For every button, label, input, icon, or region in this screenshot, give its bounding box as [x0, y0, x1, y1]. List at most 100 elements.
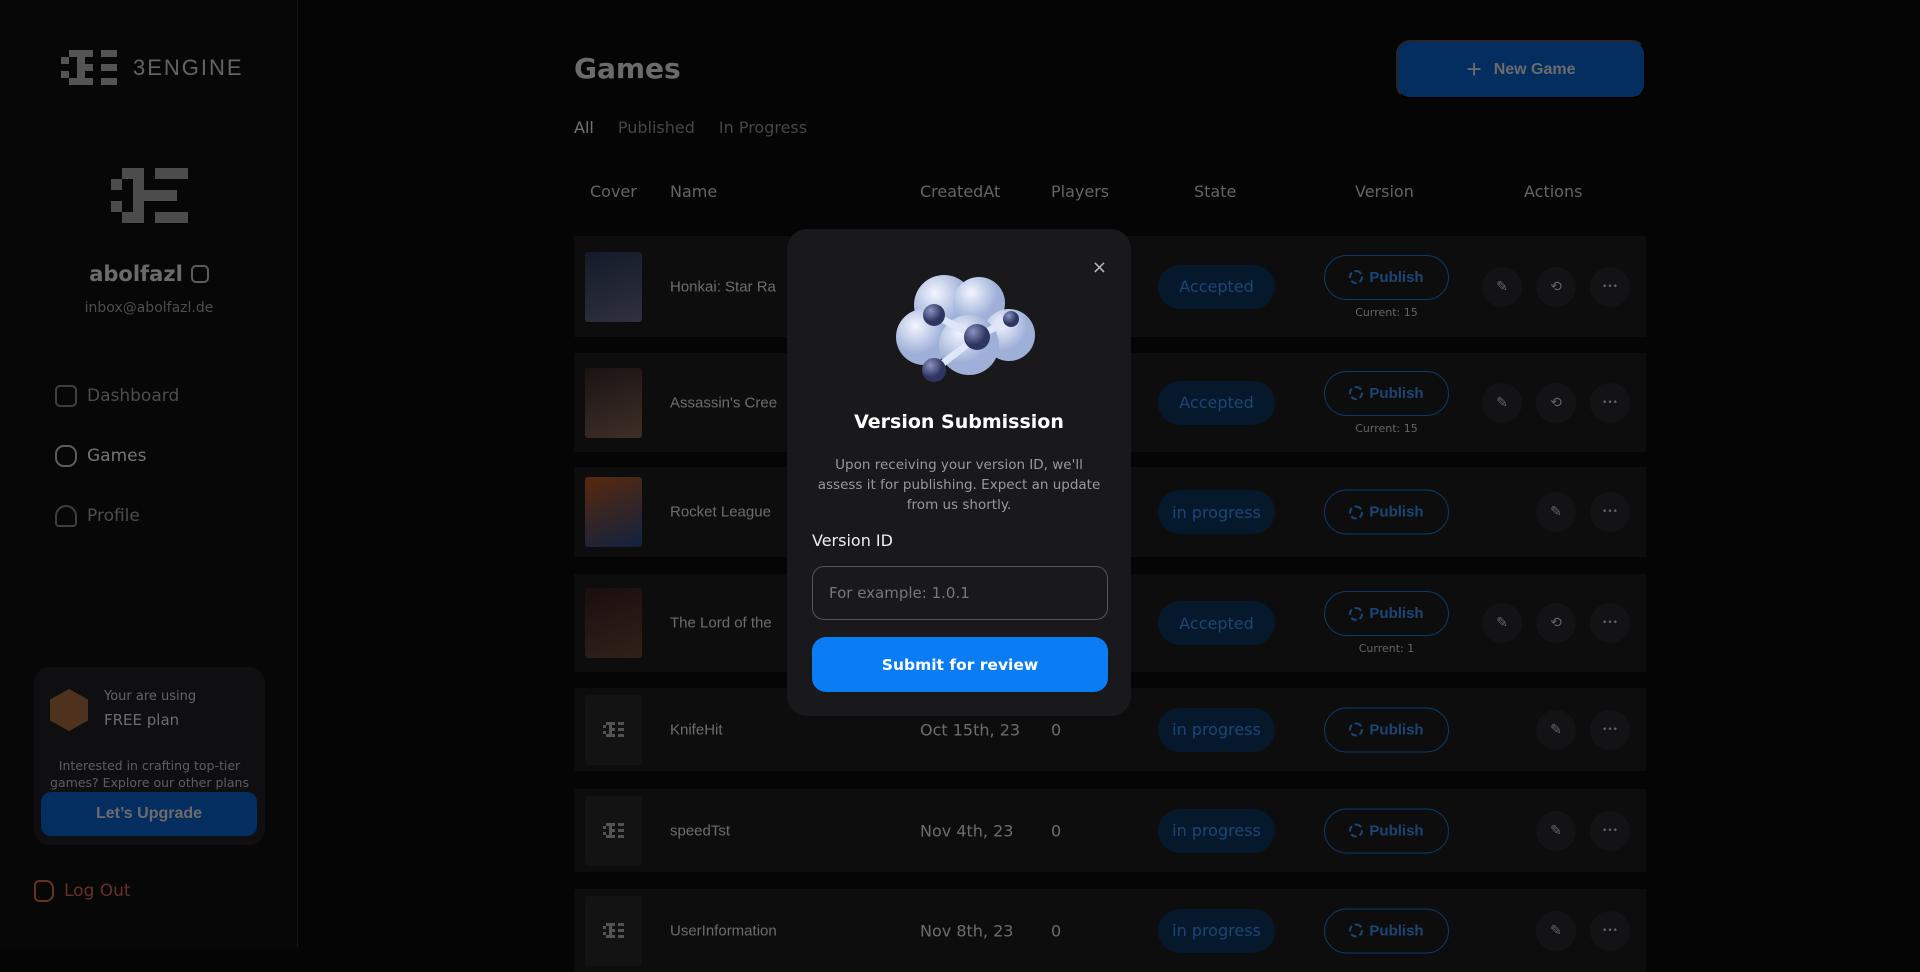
share-icon[interactable]: ⟲: [1536, 382, 1576, 423]
tab-published[interactable]: Published: [618, 118, 695, 137]
edit-icon[interactable]: ✎: [1536, 810, 1576, 851]
share-icon[interactable]: ⟲: [1536, 266, 1576, 307]
publish-button[interactable]: Publish: [1324, 254, 1449, 300]
new-game-label: New Game: [1493, 60, 1576, 78]
game-cover: [585, 895, 642, 966]
publish-button[interactable]: Publish: [1324, 591, 1449, 636]
version-id-label: Version ID: [812, 531, 893, 550]
sidebar-nav: Dashboard Games Profile: [55, 366, 179, 546]
game-cover: [585, 367, 642, 438]
table-row[interactable]: UserInformation Nov 8th, 23 0 in progress Pu…: [574, 889, 1646, 972]
gamepad-icon: [55, 445, 77, 467]
logout-button[interactable]: Log Out: [34, 880, 131, 902]
publish-button[interactable]: Publish: [1324, 489, 1449, 535]
plan-name: FREE plan: [104, 711, 180, 729]
game-name: Rocket League: [670, 503, 771, 521]
publish-label: Publish: [1369, 922, 1424, 939]
state-badge: in progress: [1158, 908, 1275, 953]
row-actions: ✎ ⟲ •••: [1482, 382, 1630, 423]
game-cover: [585, 588, 642, 658]
state-badge: Accepted: [1158, 380, 1275, 425]
sidebar-item-profile[interactable]: Profile: [55, 486, 179, 546]
close-icon[interactable]: ×: [1092, 257, 1107, 278]
logout-icon: [34, 880, 54, 902]
row-actions: ✎ •••: [1536, 492, 1630, 532]
external-link-icon[interactable]: [190, 265, 209, 283]
username[interactable]: abolfazl: [0, 262, 298, 286]
row-actions: ✎ •••: [1536, 709, 1630, 750]
version-id-input[interactable]: [812, 566, 1108, 620]
share-icon[interactable]: ⟲: [1536, 603, 1576, 643]
col-cover: Cover: [590, 182, 637, 201]
row-actions: ✎ •••: [1536, 810, 1630, 851]
new-game-button[interactable]: + New Game: [1396, 40, 1646, 99]
more-icon[interactable]: •••: [1590, 709, 1630, 750]
publish-icon: [1349, 722, 1364, 737]
table-row[interactable]: speedTst Nov 4th, 23 0 in progress Publish ✎ •…: [574, 789, 1646, 872]
col-version: Version: [1355, 182, 1414, 201]
publish-button[interactable]: Publish: [1324, 370, 1449, 416]
edit-icon[interactable]: ✎: [1482, 266, 1522, 307]
state-badge: in progress: [1158, 808, 1275, 853]
more-icon[interactable]: •••: [1590, 810, 1630, 851]
username-text: abolfazl: [89, 262, 183, 286]
sidebar-item-dashboard[interactable]: Dashboard: [55, 366, 179, 426]
publish-icon: [1349, 270, 1364, 284]
publish-button[interactable]: Publish: [1324, 808, 1449, 853]
row-actions: ✎ •••: [1536, 910, 1630, 951]
version-cell: Publish Current: 15: [1324, 370, 1449, 435]
edit-icon[interactable]: ✎: [1482, 603, 1522, 643]
game-cover: [585, 477, 642, 547]
modal-description: Upon receiving your version ID, we'll as…: [817, 457, 1101, 513]
tab-in-progress[interactable]: In Progress: [719, 118, 807, 137]
publish-icon: [1349, 823, 1364, 838]
more-icon[interactable]: •••: [1590, 492, 1630, 532]
edit-icon[interactable]: ✎: [1536, 492, 1576, 532]
row-actions: ✎ ⟲ •••: [1482, 266, 1630, 307]
submit-for-review-button[interactable]: Submit for review: [812, 637, 1108, 692]
col-created: CreatedAt: [920, 182, 1001, 201]
publish-icon: [1349, 606, 1364, 621]
version-cell: Publish: [1324, 908, 1449, 953]
publish-icon: [1349, 923, 1364, 938]
medal-icon: [50, 689, 88, 731]
plan-description: Interested in crafting top-tier games? E…: [50, 758, 249, 790]
more-icon[interactable]: •••: [1590, 382, 1630, 423]
players-count: 0: [1051, 821, 1062, 840]
user-icon: [55, 505, 77, 527]
table-header: Cover Name CreatedAt Players State Versi…: [574, 182, 1646, 206]
current-version: Current: 15: [1355, 305, 1418, 319]
more-icon[interactable]: •••: [1590, 603, 1630, 643]
version-submission-modal: × Version Submission Upon receiving your…: [787, 229, 1131, 716]
more-icon[interactable]: •••: [1590, 910, 1630, 951]
nav-label: Dashboard: [87, 386, 180, 406]
plus-icon: +: [1466, 54, 1482, 84]
publish-label: Publish: [1369, 822, 1424, 839]
col-players: Players: [1051, 182, 1110, 201]
avatar: [111, 168, 188, 223]
sidebar: 3ENGINE abolfazl inbox@abolfazl.de Dashb…: [0, 0, 298, 947]
publish-label: Publish: [1369, 503, 1424, 521]
publish-button[interactable]: Publish: [1324, 707, 1449, 752]
edit-icon[interactable]: ✎: [1482, 382, 1522, 423]
version-cell: Publish Current: 15: [1324, 254, 1449, 319]
state-badge: in progress: [1158, 490, 1275, 534]
publish-label: Publish: [1369, 384, 1424, 402]
game-name: Assassin's Cree: [670, 394, 778, 411]
sidebar-item-games[interactable]: Games: [55, 426, 179, 486]
publish-button[interactable]: Publish: [1324, 908, 1449, 953]
brand-logo[interactable]: 3ENGINE: [61, 50, 244, 85]
col-actions: Actions: [1524, 182, 1583, 201]
publish-label: Publish: [1369, 605, 1424, 622]
tab-all[interactable]: All: [574, 118, 594, 137]
plan-card: Your are using FREE plan Interested in c…: [34, 667, 265, 845]
current-version: Current: 1: [1358, 642, 1415, 655]
logout-label: Log Out: [64, 881, 131, 901]
more-icon[interactable]: •••: [1590, 266, 1630, 307]
version-cell: Publish: [1324, 489, 1449, 535]
upgrade-button[interactable]: Let’s Upgrade: [41, 792, 257, 836]
edit-icon[interactable]: ✎: [1536, 910, 1576, 951]
game-cover: [585, 795, 642, 866]
edit-icon[interactable]: ✎: [1536, 709, 1576, 750]
plan-using-label: Your are using: [104, 689, 197, 704]
